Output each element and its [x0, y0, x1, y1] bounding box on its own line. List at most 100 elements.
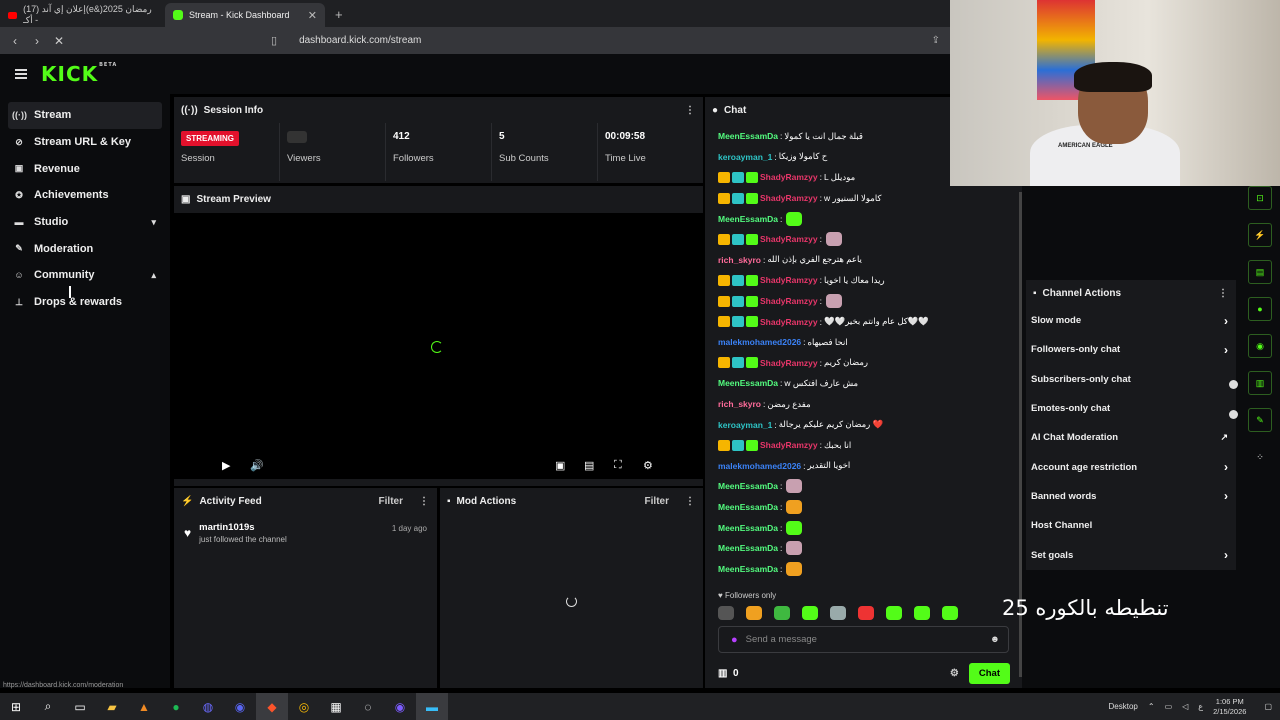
app-icon[interactable]: ◉: [384, 693, 416, 720]
emote-icon[interactable]: [830, 606, 846, 620]
channel-action-row[interactable]: Followers-only chat ›: [1026, 335, 1236, 364]
start-icon[interactable]: ⊞: [0, 693, 32, 720]
emote-icon[interactable]: [886, 606, 902, 620]
more-icon[interactable]: ⋮: [685, 496, 695, 507]
task-view-icon[interactable]: ▭: [64, 693, 96, 720]
file-explorer-icon[interactable]: ▰: [96, 693, 128, 720]
browser-tab-kick[interactable]: Stream - Kick Dashboard ✕: [165, 3, 325, 27]
notification-icon[interactable]: ▢: [1264, 702, 1272, 711]
sidebar-item-stream-url-key[interactable]: ⊘ Stream URL & Key: [8, 129, 162, 156]
video-player[interactable]: ▶ 🔊 ▣ ▤ ⛶ ⚙: [174, 213, 703, 479]
emote-icon[interactable]: [942, 606, 958, 620]
theater-icon[interactable]: ▤: [584, 459, 594, 472]
rail-button-icon[interactable]: ⊡: [1248, 186, 1272, 210]
emote-icon[interactable]: [802, 606, 818, 620]
chat-username[interactable]: MeenEssamDa: [718, 378, 778, 388]
chat-username[interactable]: MeenEssamDa: [718, 523, 778, 533]
bookmark-icon[interactable]: ▯: [271, 34, 277, 47]
forward-icon[interactable]: ›: [30, 34, 44, 48]
emote-icon[interactable]: [718, 606, 734, 620]
more-icon[interactable]: ⋮: [419, 496, 429, 507]
emote-icon[interactable]: [914, 606, 930, 620]
desktop-toolbar[interactable]: Desktop: [1109, 702, 1138, 711]
tray-chevron-icon[interactable]: ⌃: [1148, 702, 1155, 711]
chat-username[interactable]: ShadyRamzyy: [760, 358, 818, 368]
sidebar-item-studio[interactable]: ▬ Studio ▾: [8, 209, 162, 236]
chat-username[interactable]: ShadyRamzyy: [760, 275, 818, 285]
chat-username[interactable]: malekmohamed2026: [718, 461, 801, 471]
brave-icon[interactable]: ◆: [256, 693, 288, 720]
app-icon[interactable]: ▬: [416, 693, 448, 720]
language-indicator[interactable]: ع: [1198, 702, 1203, 711]
more-icon[interactable]: ⁘: [1248, 445, 1272, 469]
channel-action-row[interactable]: Banned words ›: [1026, 482, 1236, 511]
app-icon[interactable]: ▲: [128, 693, 160, 720]
settings-icon[interactable]: ⚙: [643, 459, 653, 472]
more-icon[interactable]: ⋮: [685, 105, 695, 116]
chat-username[interactable]: MeenEssamDa: [718, 502, 778, 512]
chat-username[interactable]: MeenEssamDa: [718, 564, 778, 574]
share-icon[interactable]: ⇪: [932, 35, 940, 46]
fullscreen-icon[interactable]: ⛶: [614, 459, 622, 472]
more-icon[interactable]: ⋮: [1218, 288, 1228, 299]
chevron-right-icon[interactable]: ›: [1224, 343, 1228, 357]
sidebar-item-community[interactable]: ☺ Community ▴: [8, 262, 162, 289]
clipboard-icon[interactable]: ▥: [1248, 371, 1272, 395]
chat-username[interactable]: MeenEssamDa: [718, 543, 778, 553]
miniplayer-icon[interactable]: ▣: [555, 459, 565, 472]
discord-icon[interactable]: ◉: [224, 693, 256, 720]
back-icon[interactable]: ‹: [8, 34, 22, 48]
filter-button[interactable]: Filter: [645, 496, 669, 507]
chat-bubble-icon[interactable]: ●: [1248, 297, 1272, 321]
chevron-right-icon[interactable]: ›: [1224, 489, 1228, 503]
close-tab-icon[interactable]: ✕: [308, 9, 317, 22]
chrome-icon[interactable]: ◎: [288, 693, 320, 720]
clock[interactable]: 1:06 PM 2/15/2026: [1213, 697, 1246, 717]
chat-username[interactable]: rich_skyro: [718, 399, 761, 409]
sidebar-item-stream[interactable]: ((·)) Stream: [8, 102, 162, 129]
channel-action-row[interactable]: Account age restriction ›: [1026, 452, 1236, 481]
chat-username[interactable]: malekmohamed2026: [718, 337, 801, 347]
chat-username[interactable]: MeenEssamDa: [718, 131, 778, 141]
chevron-right-icon[interactable]: ›: [1224, 314, 1228, 328]
chat-input[interactable]: ● Send a message ☻: [718, 626, 1009, 653]
channel-action-row[interactable]: AI Chat Moderation ↗: [1026, 423, 1236, 452]
chat-username[interactable]: ShadyRamzyy: [760, 234, 818, 244]
chat-username[interactable]: ShadyRamzyy: [760, 317, 818, 327]
chat-username[interactable]: rich_skyro: [718, 255, 761, 265]
sidebar-item-revenue[interactable]: ▣ Revenue: [8, 155, 162, 182]
kick-logo[interactable]: KICKBETA: [41, 62, 117, 86]
chat-username[interactable]: keroayman_1: [718, 420, 772, 430]
channel-action-row[interactable]: Set goals ›: [1026, 540, 1236, 569]
send-chat-button[interactable]: Chat: [968, 662, 1010, 684]
document-icon[interactable]: ▤: [1248, 260, 1272, 284]
chat-username[interactable]: ShadyRamzyy: [760, 172, 818, 182]
menu-icon[interactable]: [15, 69, 27, 79]
chat-username[interactable]: ShadyRamzyy: [760, 193, 818, 203]
bolt-icon[interactable]: ⚡: [1248, 223, 1272, 247]
emote-icon[interactable]: [746, 606, 762, 620]
chat-settings-icon[interactable]: ⚙: [950, 668, 959, 679]
chat-username[interactable]: ShadyRamzyy: [760, 440, 818, 450]
app-icon[interactable]: ◍: [192, 693, 224, 720]
obs-icon[interactable]: ◌: [352, 693, 384, 720]
sidebar-item-achievements[interactable]: ✪ Achievements: [8, 182, 162, 209]
emoji-icon[interactable]: ☻: [990, 634, 1000, 645]
chat-username[interactable]: MeenEssamDa: [718, 481, 778, 491]
wrench-icon[interactable]: ✎: [1248, 408, 1272, 432]
channel-action-row[interactable]: Subscribers-only chat: [1026, 365, 1236, 394]
chart-icon[interactable]: ↗: [1220, 432, 1228, 443]
search-icon[interactable]: ⌕: [32, 693, 64, 720]
channel-action-row[interactable]: Host Channel: [1026, 511, 1236, 540]
stop-icon[interactable]: ✕: [52, 34, 66, 48]
broadcast-icon[interactable]: ◉: [1248, 334, 1272, 358]
new-tab-icon[interactable]: +: [335, 7, 343, 22]
emote-icon[interactable]: [774, 606, 790, 620]
chevron-right-icon[interactable]: ›: [1224, 460, 1228, 474]
sidebar-item-moderation[interactable]: ✎ Moderation: [8, 235, 162, 262]
sidebar-item-drops-rewards[interactable]: ⊥ Drops & rewards: [8, 289, 162, 316]
chat-username[interactable]: ShadyRamzyy: [760, 296, 818, 306]
chat-username[interactable]: MeenEssamDa: [718, 214, 778, 224]
network-icon[interactable]: ▭: [1165, 702, 1173, 711]
channel-action-row[interactable]: Slow mode ›: [1026, 306, 1236, 335]
